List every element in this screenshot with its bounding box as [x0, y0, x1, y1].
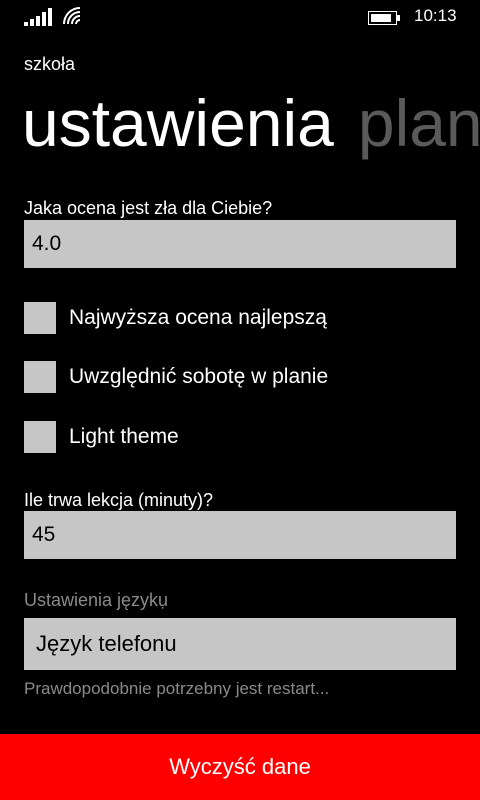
status-clock: 10:13 — [414, 6, 457, 25]
app-title: szkoła — [24, 54, 76, 74]
battery-icon — [368, 11, 400, 25]
checkbox-label: Light theme — [69, 425, 179, 448]
language-select[interactable]: Język telefonu — [24, 618, 456, 670]
light-theme-checkbox[interactable] — [24, 421, 56, 453]
include-saturday-checkbox[interactable] — [24, 361, 56, 393]
bad-grade-input[interactable]: 4.0 — [24, 220, 456, 268]
pivot-item-settings[interactable]: ustawienia — [22, 85, 334, 161]
wifi-icon — [63, 7, 81, 25]
language-settings-label: Ustawienia językụ — [24, 590, 169, 610]
clear-data-button[interactable]: Wyczyść dane — [0, 734, 480, 800]
pivot-item-plan[interactable]: plan — [358, 85, 480, 161]
checkbox-row-light-theme[interactable]: Light theme — [24, 421, 179, 453]
checkbox-label: Najwyższa ocena najlepszą — [69, 306, 327, 329]
checkbox-row-saturday[interactable]: Uwzględnić sobotę w planie — [24, 361, 328, 393]
pivot-header: ustawienia plan — [22, 85, 480, 175]
checkbox-label: Uwzględnić sobotę w planie — [69, 365, 329, 388]
lesson-length-label: Ile trwa lekcja (minuty)? — [24, 490, 214, 510]
lesson-length-input[interactable]: 45 — [24, 511, 456, 559]
restart-hint: Prawdopodobnie potrzebny jest restart... — [24, 679, 330, 698]
status-bar: 10:13 — [0, 0, 480, 34]
signal-strength-icon — [24, 8, 52, 26]
highest-grade-best-checkbox[interactable] — [24, 302, 56, 334]
bad-grade-label: Jaka ocena jest zła dla Ciebie? — [24, 198, 273, 218]
checkbox-row-highest-best[interactable]: Najwyższa ocena najlepszą — [24, 302, 327, 334]
